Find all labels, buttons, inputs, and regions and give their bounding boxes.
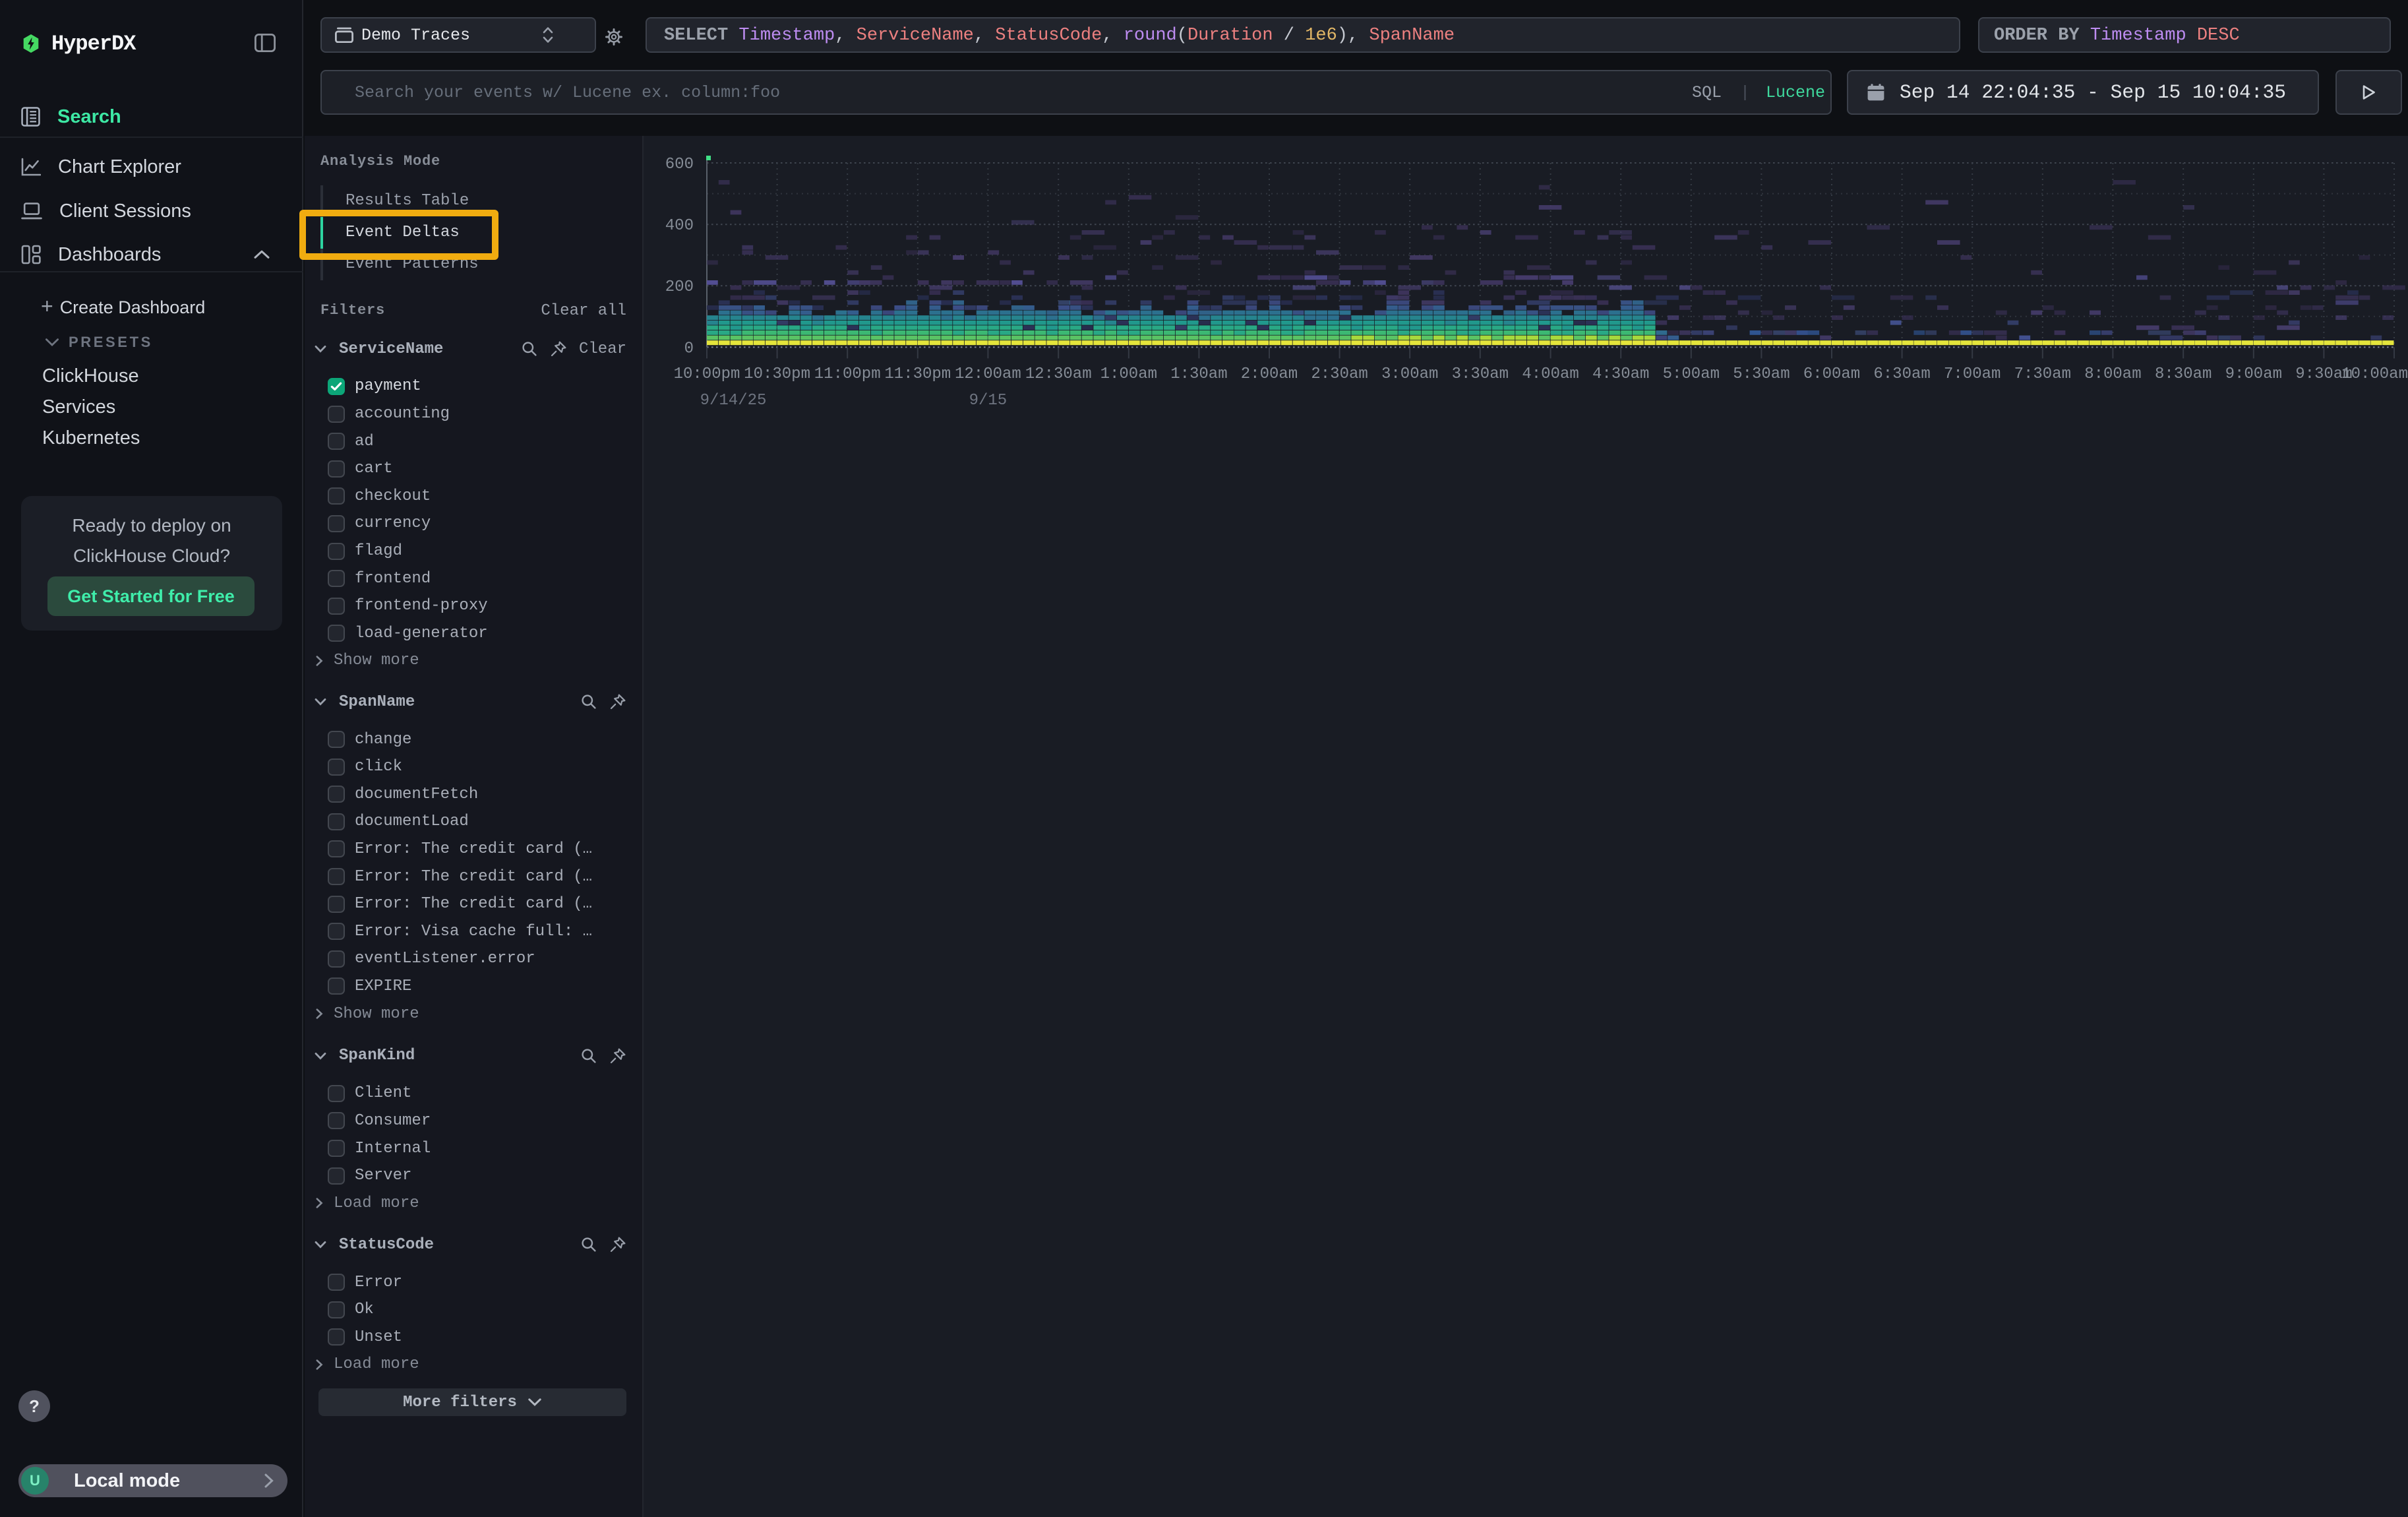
svg-text:5:30am: 5:30am [1733, 365, 1790, 383]
svg-text:6:30am: 6:30am [1873, 365, 1930, 383]
svg-text:6:00am: 6:00am [1803, 365, 1860, 383]
svg-text:9:00am: 9:00am [2225, 365, 2282, 383]
svg-text:9/15: 9/15 [969, 392, 1008, 410]
svg-text:9/14/25: 9/14/25 [700, 392, 767, 410]
svg-text:4:00am: 4:00am [1522, 365, 1579, 383]
svg-text:1:00am: 1:00am [1100, 365, 1157, 383]
svg-text:10:00pm: 10:00pm [674, 365, 740, 383]
svg-text:12:30am: 12:30am [1025, 365, 1092, 383]
svg-text:8:00am: 8:00am [2084, 365, 2141, 383]
svg-text:7:30am: 7:30am [2014, 365, 2071, 383]
svg-text:12:00am: 12:00am [955, 365, 1021, 383]
svg-text:10:30pm: 10:30pm [744, 365, 810, 383]
svg-text:11:00pm: 11:00pm [814, 365, 881, 383]
svg-text:10:00am: 10:00am [2341, 365, 2408, 383]
svg-text:5:00am: 5:00am [1663, 365, 1720, 383]
svg-text:2:00am: 2:00am [1241, 365, 1298, 383]
svg-text:400: 400 [665, 217, 694, 235]
svg-text:0: 0 [684, 340, 694, 357]
svg-text:8:30am: 8:30am [2155, 365, 2212, 383]
svg-text:200: 200 [665, 278, 694, 296]
svg-text:2:30am: 2:30am [1311, 365, 1368, 383]
svg-text:4:30am: 4:30am [1592, 365, 1649, 383]
svg-text:600: 600 [665, 156, 694, 173]
svg-text:11:30pm: 11:30pm [884, 365, 951, 383]
svg-text:3:30am: 3:30am [1452, 365, 1509, 383]
svg-text:3:00am: 3:00am [1381, 365, 1438, 383]
svg-text:7:00am: 7:00am [1944, 365, 2001, 383]
svg-text:1:30am: 1:30am [1170, 365, 1227, 383]
